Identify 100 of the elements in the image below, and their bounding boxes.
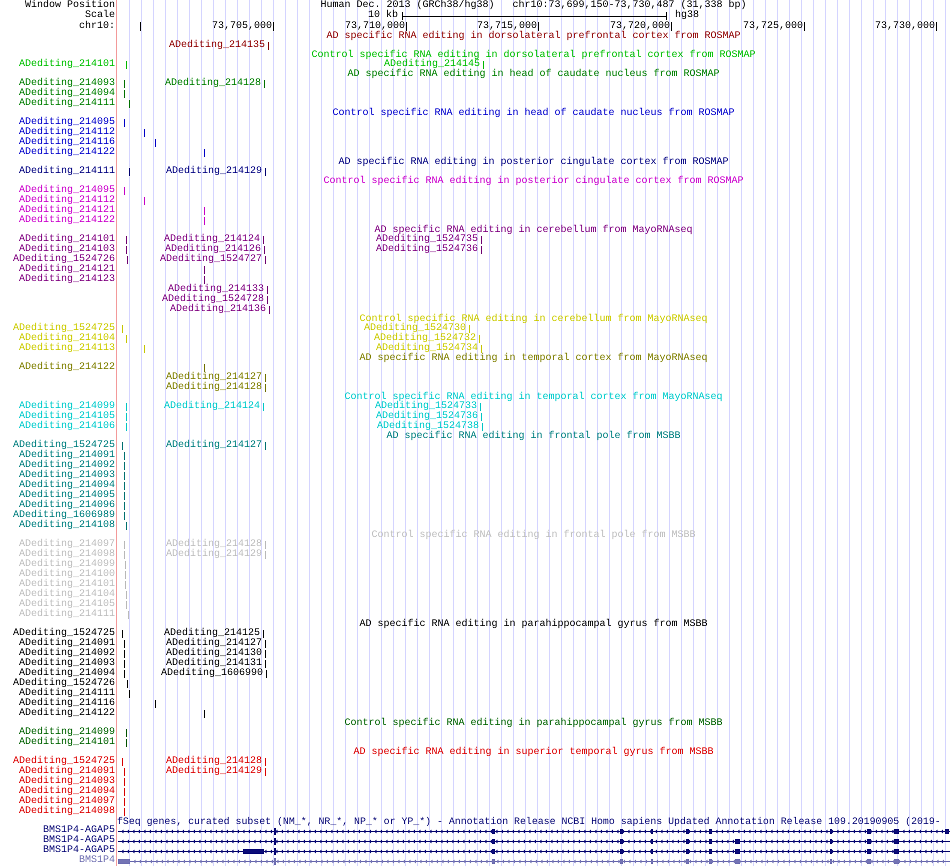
feature-label[interactable]: ADediting_214097 xyxy=(18,797,115,807)
feature-label[interactable]: ADediting_1606989 xyxy=(12,511,115,521)
feature-tick-icon[interactable] xyxy=(125,571,126,579)
track-title[interactable]: fSeq genes, curated subset (NM_*, NR_*, NP_* or YP_*) - Annotation Release NCBI Homo sapiens Updated Annotation Release 109.20190905 (2019- xyxy=(117,817,941,826)
feature-tick-icon[interactable] xyxy=(124,502,125,510)
feature-tick-icon[interactable] xyxy=(265,660,266,668)
feature-label[interactable]: ADediting_214122 xyxy=(18,363,115,373)
feature-tick-icon[interactable] xyxy=(265,650,266,658)
track-title[interactable]: Control specific RNA editing in posterior cingulate cortex from ROSMAP xyxy=(323,177,744,186)
feature-label[interactable]: ADediting_214094 xyxy=(18,669,115,679)
gene-model-drawing[interactable] xyxy=(117,836,950,846)
feature-label[interactable]: ADediting_214116 xyxy=(18,138,115,148)
feature-label[interactable]: ADediting_1524725 xyxy=(12,757,115,767)
feature-tick-icon[interactable] xyxy=(124,492,125,500)
feature-label[interactable]: ADediting_214103 xyxy=(18,245,115,255)
feature-tick-icon[interactable] xyxy=(204,710,205,718)
feature-tick-icon[interactable] xyxy=(126,423,127,431)
gene-label[interactable]: BMS1P4-AGAP5 xyxy=(42,836,115,846)
feature-tick-icon[interactable] xyxy=(264,80,265,88)
feature-tick-icon[interactable] xyxy=(124,80,125,88)
track-title[interactable]: AD specific RNA editing in temporal cortex from MayoRNAseq xyxy=(359,354,708,363)
feature-label[interactable]: ADediting_214121 xyxy=(18,265,115,275)
feature-tick-icon[interactable] xyxy=(126,601,127,609)
feature-tick-icon[interactable] xyxy=(482,423,483,431)
feature-tick-icon[interactable] xyxy=(124,512,125,520)
feature-label[interactable]: ADediting_1524726 xyxy=(12,255,115,265)
feature-label[interactable]: ADediting_214121 xyxy=(18,206,115,216)
feature-tick-icon[interactable] xyxy=(267,286,268,294)
feature-label[interactable]: ADediting_214112 xyxy=(18,196,115,206)
feature-tick-icon[interactable] xyxy=(124,778,125,786)
feature-tick-icon[interactable] xyxy=(204,149,205,157)
feature-label[interactable]: ADediting_214093 xyxy=(18,777,115,787)
feature-tick-icon[interactable] xyxy=(267,296,268,304)
feature-tick-icon[interactable] xyxy=(265,541,266,549)
feature-tick-icon[interactable] xyxy=(126,591,127,599)
feature-tick-icon[interactable] xyxy=(204,276,205,284)
feature-tick-icon[interactable] xyxy=(144,345,145,353)
track-title[interactable]: AD specific RNA editing in dorsolateral prefrontal cortex from ROSMAP xyxy=(326,32,741,41)
feature-tick-icon[interactable] xyxy=(265,374,266,382)
feature-label[interactable]: ADediting_214093 xyxy=(18,471,115,481)
feature-tick-icon[interactable] xyxy=(126,246,127,254)
feature-tick-icon[interactable] xyxy=(265,640,266,648)
feature-label[interactable]: ADediting_214127 xyxy=(166,639,262,649)
track-title[interactable]: AD specific RNA editing in cerebellum from MayoRNAseq xyxy=(374,226,693,235)
feature-tick-icon[interactable] xyxy=(129,690,130,698)
feature-tick-icon[interactable] xyxy=(469,325,470,333)
track-title[interactable]: AD specific RNA editing in frontal pole from MSBB xyxy=(386,432,681,441)
feature-tick-icon[interactable] xyxy=(144,129,145,137)
feature-tick-icon[interactable] xyxy=(204,364,205,372)
feature-tick-icon[interactable] xyxy=(124,541,125,549)
feature-label[interactable]: ADediting_214136 xyxy=(170,305,266,315)
feature-tick-icon[interactable] xyxy=(126,236,127,244)
feature-tick-icon[interactable] xyxy=(126,739,127,747)
feature-label[interactable]: ADediting_214133 xyxy=(168,285,264,295)
feature-label[interactable]: ADediting_214101 xyxy=(18,235,115,245)
track-title[interactable]: AD specific RNA editing in posterior cingulate cortex from ROSMAP xyxy=(338,158,729,167)
feature-tick-icon[interactable] xyxy=(265,551,266,559)
feature-tick-icon[interactable] xyxy=(124,119,125,127)
feature-label[interactable]: ADediting_214130 xyxy=(166,649,262,659)
feature-label[interactable]: ADediting_214124 xyxy=(164,235,260,245)
feature-label[interactable]: ADediting_214111 xyxy=(18,99,115,109)
feature-tick-icon[interactable] xyxy=(263,630,264,638)
feature-label[interactable]: ADediting_1524728 xyxy=(162,295,264,305)
feature-tick-icon[interactable] xyxy=(124,788,125,796)
feature-tick-icon[interactable] xyxy=(127,680,128,688)
feature-tick-icon[interactable] xyxy=(124,808,125,816)
feature-label[interactable]: ADediting_214125 xyxy=(164,629,260,639)
feature-tick-icon[interactable] xyxy=(124,650,125,658)
feature-tick-icon[interactable] xyxy=(129,100,130,108)
feature-tick-icon[interactable] xyxy=(126,729,127,737)
gene-model-drawing[interactable] xyxy=(117,826,950,836)
feature-tick-icon[interactable] xyxy=(126,522,127,530)
feature-label[interactable]: ADediting_214128 xyxy=(166,757,262,767)
feature-tick-icon[interactable] xyxy=(124,482,125,490)
track-title[interactable]: AD specific RNA editing in superior temporal gyrus from MSBB xyxy=(353,748,714,757)
feature-label[interactable]: ADediting_214091 xyxy=(18,767,115,777)
feature-tick-icon[interactable] xyxy=(125,561,126,569)
feature-label[interactable]: ADediting_214092 xyxy=(18,649,115,659)
feature-tick-icon[interactable] xyxy=(265,442,266,450)
feature-label[interactable]: ADediting_214094 xyxy=(18,787,115,797)
feature-tick-icon[interactable] xyxy=(126,61,127,69)
feature-label[interactable]: ADediting_214098 xyxy=(18,807,115,817)
feature-tick-icon[interactable] xyxy=(127,256,128,264)
feature-label[interactable]: ADediting_214127 xyxy=(166,373,262,383)
feature-label[interactable]: ADediting_214091 xyxy=(18,639,115,649)
feature-tick-icon[interactable] xyxy=(144,197,145,205)
feature-tick-icon[interactable] xyxy=(124,462,125,470)
feature-tick-icon[interactable] xyxy=(204,207,205,215)
feature-tick-icon[interactable] xyxy=(481,236,482,244)
feature-label[interactable]: ADediting_214091 xyxy=(18,451,115,461)
feature-tick-icon[interactable] xyxy=(483,61,484,69)
feature-tick-icon[interactable] xyxy=(265,768,266,776)
feature-tick-icon[interactable] xyxy=(122,758,123,766)
feature-label[interactable]: ADediting_214126 xyxy=(164,245,261,255)
feature-label[interactable]: ADediting_1524725 xyxy=(12,441,115,451)
feature-tick-icon[interactable] xyxy=(263,403,264,411)
feature-tick-icon[interactable] xyxy=(155,700,156,708)
feature-label[interactable]: ADediting_214122 xyxy=(18,148,115,158)
feature-label[interactable]: ADediting_214122 xyxy=(18,709,115,719)
feature-label[interactable]: ADediting_1524725 xyxy=(12,629,115,639)
